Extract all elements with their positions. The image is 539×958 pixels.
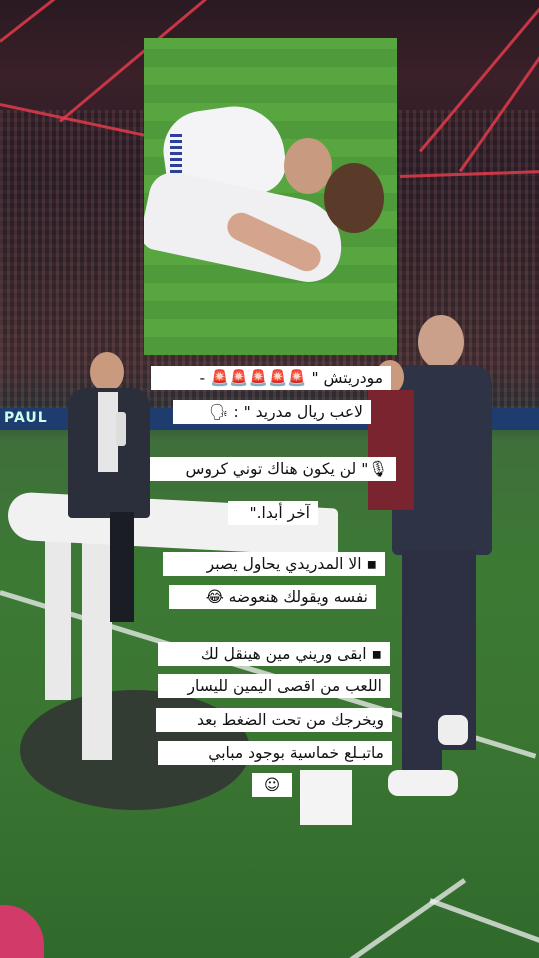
caption-line: نفسه ويقولك هنعوضه 😂 bbox=[169, 585, 376, 609]
desk-stand bbox=[300, 770, 352, 825]
caption-line: ▪ ابقى وريني مين هينقل لك bbox=[158, 642, 390, 666]
background-person bbox=[368, 360, 414, 660]
pitch-line bbox=[348, 878, 467, 958]
pitch-line bbox=[429, 898, 539, 944]
caption-line: لاعب ريال مدريد " : 🗣 bbox=[173, 400, 371, 424]
caption-line: مودريتش " 🚨🚨🚨🚨🚨 - bbox=[151, 366, 391, 390]
caption-line: 🎙" لن يكون هناك توني كروس bbox=[150, 457, 396, 481]
kit-stripes bbox=[170, 133, 182, 173]
reporter-person bbox=[58, 352, 158, 622]
caption-line: ▪ الا المدريدي يحاول يصبر bbox=[163, 552, 385, 576]
caption-line: ماتبـلع خماسية بوجود مبابي bbox=[158, 741, 392, 765]
caption-line: ☺ bbox=[252, 773, 292, 797]
caption-line: اللعب من اقصى اليمين لليسار bbox=[158, 674, 390, 698]
caption-line: ويخرجك من تحت الضغط بعد bbox=[156, 708, 392, 732]
adboard-text: PAUL bbox=[4, 410, 48, 426]
caption-line: آخر أبدا." bbox=[228, 501, 318, 525]
players-hugging-photo bbox=[144, 38, 397, 355]
player-head bbox=[324, 163, 384, 233]
